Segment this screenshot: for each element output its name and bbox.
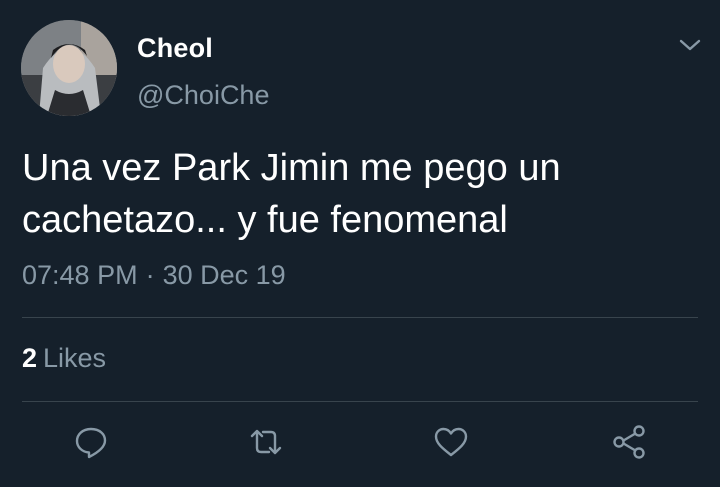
retweet-icon bbox=[250, 429, 282, 455]
likes-label: Likes bbox=[43, 343, 107, 373]
avatar-photo bbox=[21, 20, 117, 116]
reply-button[interactable] bbox=[71, 422, 111, 462]
tweet-time: 07:48 PM bbox=[22, 260, 138, 290]
chevron-down-icon[interactable] bbox=[677, 35, 703, 55]
tweet-date: 30 Dec 19 bbox=[162, 260, 286, 290]
tweet-text-line: Una vez Park Jimin me pego un bbox=[22, 147, 561, 189]
divider bbox=[22, 401, 698, 402]
tweet-text: Una vez Park Jimin me pego un cachetazo.… bbox=[22, 142, 702, 246]
heart-icon bbox=[434, 427, 468, 457]
meta-separator: · bbox=[145, 260, 155, 290]
like-button[interactable] bbox=[431, 422, 471, 462]
reply-icon bbox=[75, 427, 107, 459]
avatar[interactable] bbox=[21, 20, 117, 116]
share-icon bbox=[613, 425, 645, 459]
share-button[interactable] bbox=[609, 422, 649, 462]
tweet-detail: Cheol @ChoiChe Una vez Park Jimin me peg… bbox=[0, 0, 720, 487]
user-handle[interactable]: @ChoiChe bbox=[137, 80, 269, 111]
retweet-button[interactable] bbox=[246, 422, 286, 462]
likes-count: 2 bbox=[22, 343, 38, 373]
tweet-text-line: cachetazo... y fue fenomenal bbox=[22, 199, 508, 241]
tweet-timestamp[interactable]: 07:48 PM · 30 Dec 19 bbox=[22, 260, 286, 291]
divider bbox=[22, 317, 698, 318]
display-name[interactable]: Cheol bbox=[137, 33, 213, 64]
likes-stat[interactable]: 2 Likes bbox=[22, 343, 106, 374]
